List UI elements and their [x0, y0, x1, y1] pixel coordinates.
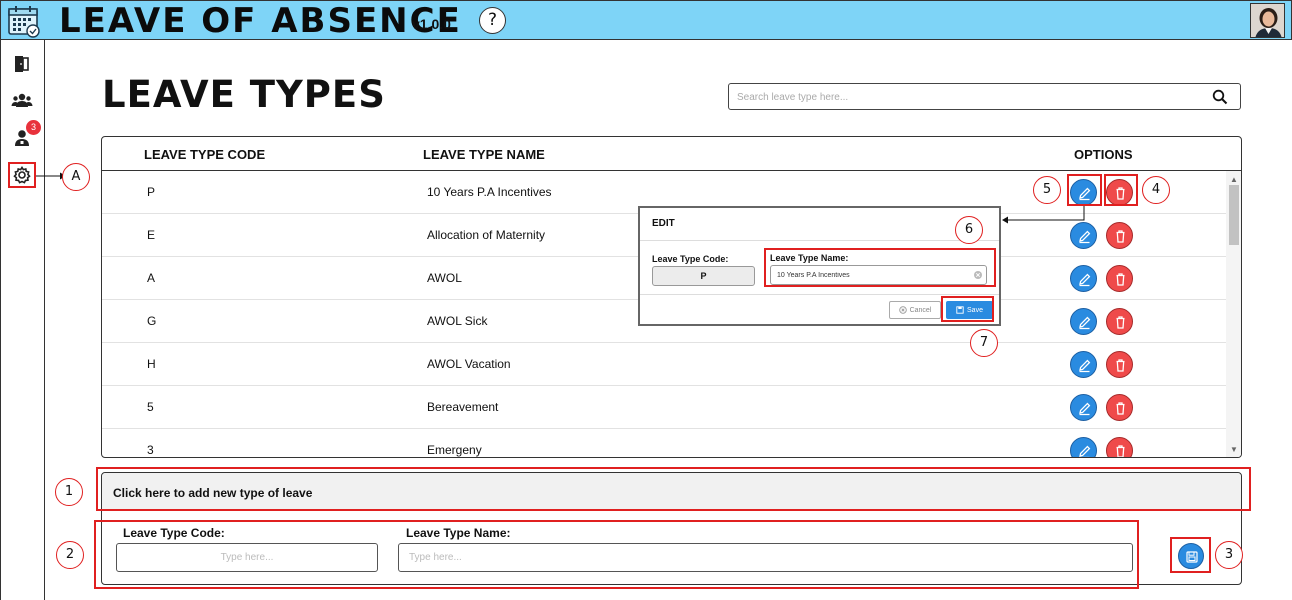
cancel-label: Cancel	[909, 306, 932, 314]
cell-leave-type-name: 10 Years P.A Incentives	[427, 185, 552, 199]
annotation-marker-1: 1	[55, 478, 83, 506]
help-button[interactable]: ?	[479, 7, 506, 34]
users-icon	[11, 93, 33, 107]
trash-icon	[1116, 402, 1125, 415]
gear-icon	[13, 166, 31, 184]
cell-leave-type-name: AWOL Vacation	[427, 357, 511, 371]
sidebar-item-employees[interactable]	[10, 88, 34, 112]
annotation-arrow-edit	[1002, 206, 1085, 224]
cell-leave-type-name: Emergeny	[427, 443, 482, 457]
edit-button[interactable]	[1070, 394, 1097, 421]
trash-icon	[1116, 359, 1125, 372]
delete-button[interactable]	[1106, 394, 1133, 421]
divider	[640, 240, 999, 241]
cell-leave-type-name: AWOL Sick	[427, 314, 488, 328]
cell-leave-type-code: G	[147, 314, 157, 328]
annotation-box-save	[941, 296, 994, 322]
divider	[640, 294, 999, 295]
modal-code-field: P	[652, 266, 755, 286]
cell-leave-type-name: Bereavement	[427, 400, 499, 414]
trash-icon	[1116, 316, 1125, 329]
sidebar-item-settings[interactable]	[10, 163, 34, 187]
annotation-marker-a: A	[62, 163, 90, 191]
cell-leave-type-name: AWOL	[427, 271, 462, 285]
annotation-box-edit	[1067, 174, 1102, 206]
avatar[interactable]	[1250, 3, 1285, 38]
user-avatar-icon	[1251, 4, 1284, 37]
search-icon[interactable]	[1212, 89, 1228, 105]
search-input[interactable]	[737, 88, 1197, 106]
app-version: v1.0.0	[412, 16, 451, 32]
annotation-marker-3: 3	[1215, 541, 1243, 569]
scroll-thumb[interactable]	[1229, 185, 1239, 245]
edit-button[interactable]	[1070, 437, 1097, 457]
pencil-icon	[1079, 402, 1091, 416]
table-row[interactable]: H AWOL Vacation	[102, 343, 1226, 386]
cell-leave-type-code: H	[147, 357, 156, 371]
sidebar-item-leave[interactable]	[10, 52, 34, 76]
modal-title: EDIT	[652, 218, 675, 229]
annotation-marker-2: 2	[56, 541, 84, 569]
page-title: LEAVE TYPES	[102, 73, 386, 116]
pencil-icon	[1079, 316, 1091, 330]
annotation-marker-4: 4	[1142, 176, 1170, 204]
header-leave-type-code: LEAVE TYPE CODE	[144, 147, 266, 162]
pencil-icon	[1079, 273, 1091, 287]
cell-leave-type-code: 5	[147, 400, 154, 414]
annotation-box-name-field	[764, 248, 996, 287]
cell-leave-type-code: A	[147, 271, 156, 285]
pencil-icon	[1079, 359, 1091, 373]
delete-button[interactable]	[1106, 351, 1133, 378]
edit-button[interactable]	[1070, 351, 1097, 378]
cancel-button[interactable]: Cancel	[889, 301, 941, 319]
modal-code-label: Leave Type Code:	[652, 254, 729, 264]
delete-button[interactable]	[1106, 222, 1133, 249]
cell-leave-type-code: E	[147, 228, 156, 242]
page: LEAVE OF ABSENCE v1.0.0 ? 3 A LEAVE TYPE…	[0, 0, 1292, 600]
annotation-marker-6: 6	[955, 216, 983, 244]
annotation-box-add-header	[96, 467, 1251, 511]
delete-button[interactable]	[1106, 265, 1133, 292]
cell-leave-type-code: P	[147, 185, 156, 199]
delete-button[interactable]	[1106, 437, 1133, 457]
edit-button[interactable]	[1070, 265, 1097, 292]
search-box[interactable]	[728, 83, 1241, 110]
annotation-box-save-new	[1170, 537, 1211, 573]
table-scrollbar[interactable]: ▲ ▼	[1226, 171, 1241, 457]
table-row[interactable]: 5 Bereavement	[102, 386, 1226, 429]
annotation-marker-5: 5	[1033, 176, 1061, 204]
header-options: OPTIONS	[1074, 147, 1133, 162]
header-leave-type-name: LEAVE TYPE NAME	[423, 147, 545, 162]
pencil-icon	[1079, 445, 1091, 457]
door-icon	[15, 56, 29, 72]
top-bar: LEAVE OF ABSENCE v1.0.0 ?	[0, 0, 1292, 41]
trash-icon	[1116, 230, 1125, 243]
cell-leave-type-code: 3	[147, 443, 154, 457]
annotation-box-delete	[1104, 174, 1138, 206]
annotation-box-add-form	[94, 520, 1139, 589]
edit-button[interactable]	[1070, 222, 1097, 249]
scroll-down-icon[interactable]: ▼	[1230, 445, 1238, 454]
trash-icon	[1116, 445, 1125, 457]
scroll-up-icon[interactable]: ▲	[1230, 175, 1238, 184]
edit-button[interactable]	[1070, 308, 1097, 335]
calendar-icon	[8, 6, 40, 38]
delete-button[interactable]	[1106, 308, 1133, 335]
table-header: LEAVE TYPE CODE LEAVE TYPE NAME OPTIONS	[102, 137, 1241, 171]
app-title: LEAVE OF ABSENCE	[59, 1, 462, 41]
pencil-icon	[1079, 230, 1091, 244]
cell-leave-type-name: Allocation of Maternity	[427, 228, 546, 242]
table-row[interactable]: 3 Emergeny	[102, 429, 1226, 457]
cancel-icon	[898, 306, 907, 314]
annotation-marker-7: 7	[970, 329, 998, 357]
notification-badge: 3	[26, 120, 41, 135]
trash-icon	[1116, 273, 1125, 286]
